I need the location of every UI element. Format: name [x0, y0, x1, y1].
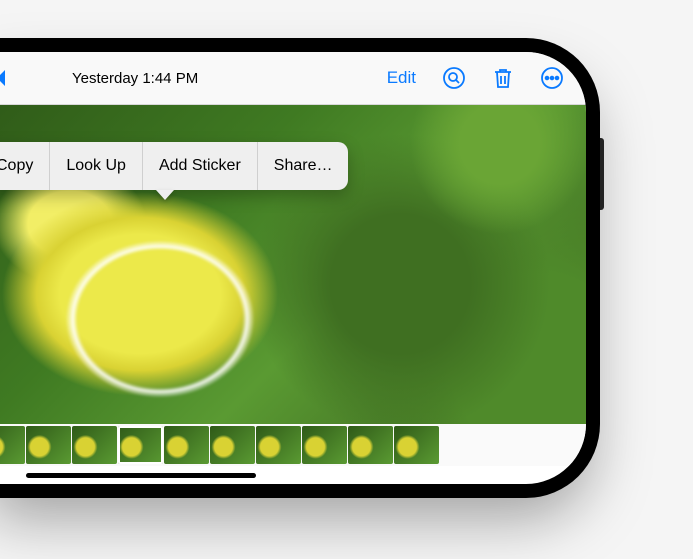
trash-icon[interactable]: [492, 66, 514, 90]
thumbnail[interactable]: [256, 426, 301, 464]
menu-caret: [156, 190, 174, 200]
menu-item-look-up[interactable]: Look Up: [50, 142, 142, 190]
thumbnail[interactable]: [164, 426, 209, 464]
home-indicator[interactable]: [26, 473, 256, 478]
volume-icon[interactable]: [0, 69, 16, 87]
thumbnail[interactable]: [394, 426, 439, 464]
thumbnail[interactable]: [210, 426, 255, 464]
screen: Yesterday 1:44 PM Edit: [0, 52, 586, 484]
more-icon[interactable]: [540, 66, 564, 90]
thumbnail[interactable]: [26, 426, 71, 464]
side-button: [600, 138, 604, 210]
thumbnail[interactable]: [0, 426, 25, 464]
thumbnail[interactable]: [348, 426, 393, 464]
thumbnail[interactable]: [118, 426, 163, 464]
thumbnail[interactable]: [302, 426, 347, 464]
navigation-bar: Yesterday 1:44 PM Edit: [0, 52, 586, 105]
menu-item-share[interactable]: Share…: [258, 142, 349, 190]
thumbnail-strip[interactable]: [0, 424, 586, 466]
timestamp-label: Yesterday 1:44 PM: [72, 70, 198, 87]
device-frame: Yesterday 1:44 PM Edit: [0, 38, 600, 498]
context-menu: Copy Look Up Add Sticker Share…: [0, 142, 348, 190]
menu-item-add-sticker[interactable]: Add Sticker: [143, 142, 257, 190]
edit-button[interactable]: Edit: [387, 68, 416, 88]
subject-highlight: [10, 194, 310, 424]
menu-item-copy[interactable]: Copy: [0, 142, 49, 190]
thumbnail[interactable]: [72, 426, 117, 464]
visual-lookup-icon[interactable]: [442, 66, 466, 90]
